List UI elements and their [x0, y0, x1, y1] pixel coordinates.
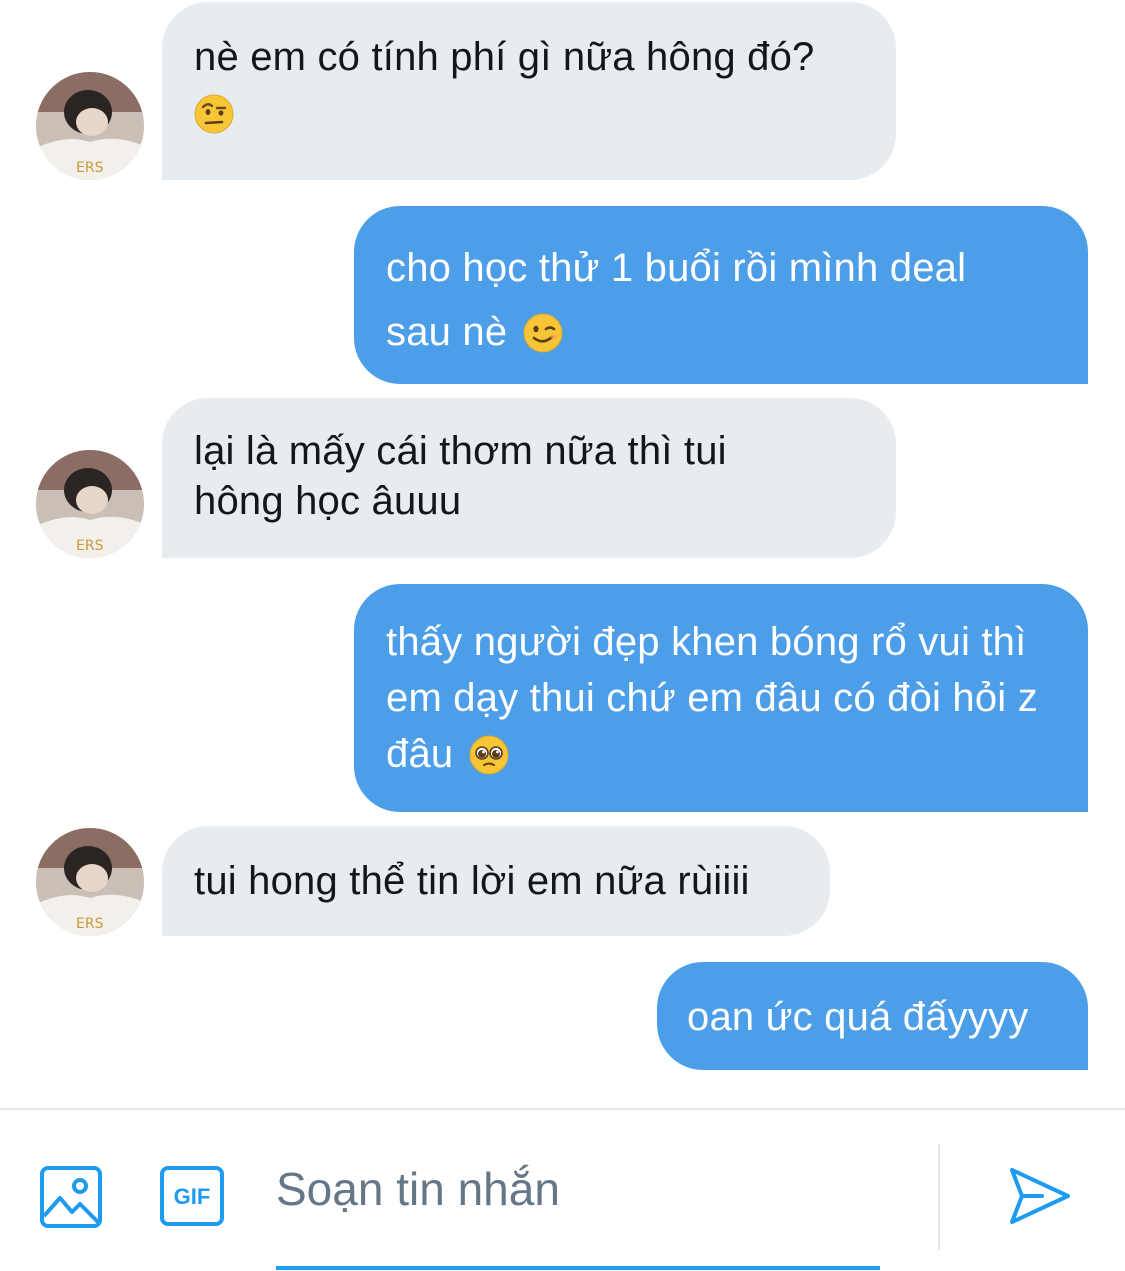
message-text: nè em có tính phí gì nữa hông đó? — [194, 35, 815, 79]
svg-text:ERS: ERS — [76, 160, 104, 176]
gif-label: GIF — [174, 1184, 211, 1209]
message-bubble-incoming[interactable]: nè em có tính phí gì nữa hông đó? — [162, 2, 896, 180]
svg-text:ERS: ERS — [76, 916, 104, 932]
message-thread: ERS nè em có tính phí gì nữa hông đó? ch… — [0, 0, 1125, 1108]
message-bubble-outgoing[interactable]: oan ức quá đấyyyy — [657, 962, 1088, 1070]
image-icon[interactable] — [40, 1166, 102, 1233]
avatar[interactable]: ERS — [36, 450, 144, 558]
message-bubble-outgoing[interactable]: thấy người đẹp khen bóng rổ vui thì em d… — [354, 584, 1088, 812]
input-underline — [276, 1266, 880, 1270]
message-bubble-incoming[interactable]: lại là mấy cái thơm nữa thì tui hông học… — [162, 398, 896, 558]
message-text: tui hong thể tin lời em nữa rùiiii — [194, 859, 750, 903]
message-input[interactable] — [276, 1154, 880, 1224]
winking-face-icon — [523, 313, 563, 353]
message-text: oan ức quá đấyyyy — [687, 995, 1029, 1039]
message-bubble-incoming[interactable]: tui hong thể tin lời em nữa rùiiii — [162, 826, 830, 936]
message-bubble-outgoing[interactable]: cho học thử 1 buổi rồi mình deal sau nè — [354, 206, 1088, 384]
message-text: lại là mấy cái thơm nữa thì tui hông học… — [194, 429, 727, 523]
pleading-face-icon — [469, 735, 509, 775]
face-with-raised-eyebrow-icon — [194, 94, 234, 134]
gif-icon[interactable]: GIF — [160, 1166, 224, 1231]
svg-text:ERS: ERS — [76, 538, 104, 554]
divider — [938, 1144, 940, 1250]
message-text: cho học thử 1 buổi rồi mình deal sau nè — [386, 246, 967, 354]
avatar[interactable]: ERS — [36, 72, 144, 180]
avatar[interactable]: ERS — [36, 828, 144, 936]
message-composer: GIF — [0, 1108, 1125, 1271]
send-icon[interactable] — [1008, 1166, 1072, 1231]
